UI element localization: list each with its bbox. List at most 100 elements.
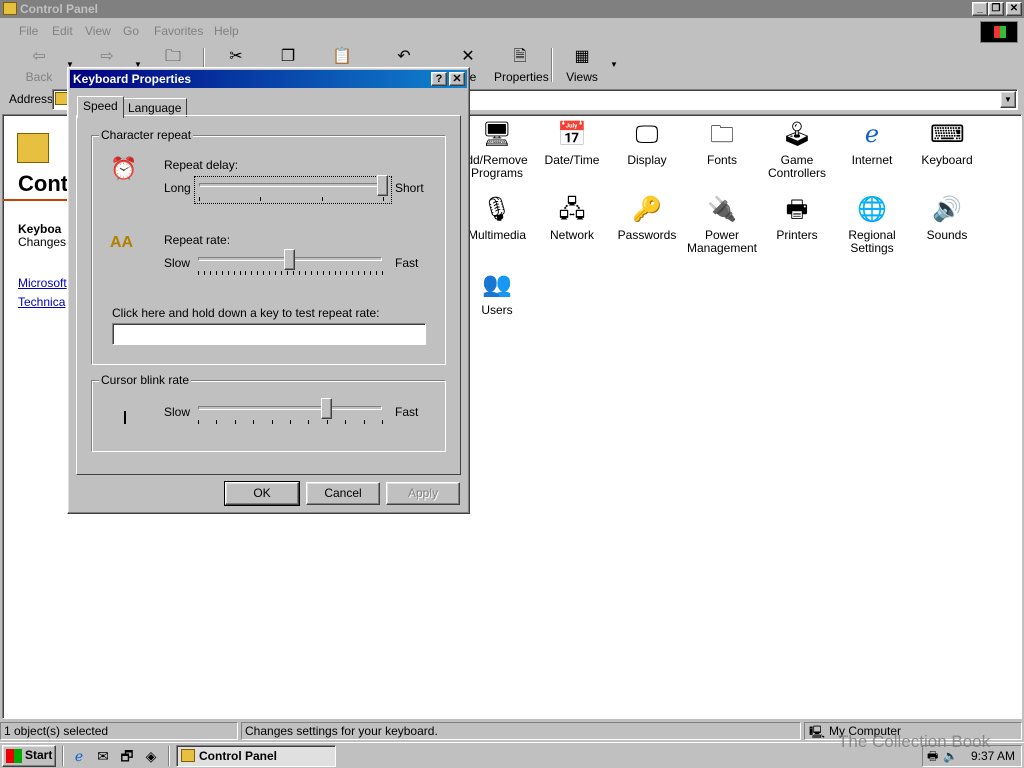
paste-icon: 📋 (332, 48, 352, 65)
slider-tick (322, 271, 324, 275)
help-button[interactable]: ? (431, 72, 447, 86)
back-button[interactable]: ⇦ Back (18, 46, 60, 84)
item-keyboard[interactable]: ⌨ Keyboard (910, 119, 984, 167)
slider-tick (363, 420, 365, 424)
cursor-max-label: Fast (395, 405, 419, 419)
item-passwords[interactable]: 🔑 Passwords (610, 194, 684, 242)
undo-icon: ↶ (397, 48, 411, 65)
slider-tick (334, 271, 336, 275)
properties-button[interactable]: 🗎 Properties (494, 46, 549, 84)
item-printers[interactable]: 🖶 Printers (760, 194, 834, 242)
slider-tick (345, 420, 347, 424)
close-button[interactable]: ✕ (1006, 2, 1022, 16)
channels-icon[interactable]: ◈ (142, 748, 160, 764)
character-repeat-group: Character repeat ⏰ Repeat delay: Long Sh… (91, 128, 446, 365)
watermark-text: The Collection Book (838, 732, 991, 751)
slider-tick (234, 420, 236, 424)
item-regional-settings[interactable]: 🌐 Regional Settings (835, 194, 909, 255)
start-button[interactable]: Start (2, 745, 56, 767)
repeat-rate-thumb[interactable] (284, 249, 295, 270)
item-internet[interactable]: ℯ Internet (835, 119, 909, 167)
item-power-management[interactable]: 🔌 Power Management (685, 194, 759, 255)
speaker-icon: 🔊 (932, 196, 962, 223)
webpane-link-microsoft[interactable]: Microsoft (18, 276, 67, 290)
cursor-blink-track (198, 406, 382, 410)
internet-explorer-icon[interactable]: ℯ (70, 748, 88, 764)
menu-file[interactable]: File (19, 24, 38, 38)
up-folder-icon: 🗀 (164, 48, 181, 65)
slider-tick (298, 271, 300, 275)
restore-button[interactable]: ❐ (988, 2, 1004, 16)
views-button[interactable]: ▦ Views (562, 46, 602, 84)
window-title: Control Panel (20, 2, 99, 16)
internet-icon: ℯ (864, 121, 880, 148)
slider-tick (203, 271, 205, 275)
slider-tick (209, 271, 211, 275)
item-fonts[interactable]: 🗀 Fonts (685, 119, 759, 167)
keyboard-properties-dialog: Keyboard Properties ? ✕ Speed Language C… (67, 67, 470, 514)
dialog-title: Keyboard Properties (73, 72, 192, 86)
multimedia-icon: 🎙 (481, 196, 513, 223)
slider-tick (221, 271, 223, 275)
webpane-link-technical[interactable]: Technica (18, 295, 65, 309)
forward-arrow-icon: ⇨ (100, 48, 114, 65)
item-users[interactable]: 👥 Users (460, 269, 534, 317)
slider-tick (199, 197, 200, 201)
repeat-rate-slider[interactable] (194, 249, 392, 279)
address-dropdown-icon[interactable]: ▼ (1000, 91, 1016, 108)
show-desktop-icon[interactable]: 🗗 (118, 748, 136, 764)
slider-tick (370, 271, 372, 275)
dialog-titlebar[interactable]: Keyboard Properties ? ✕ (70, 70, 467, 88)
slider-tick (239, 271, 241, 275)
cursor-blink-thumb[interactable] (320, 398, 332, 419)
cursor-blink-slider[interactable] (194, 398, 392, 428)
windows-logo-icon (6, 749, 22, 763)
joystick-icon: 🕹 (781, 121, 813, 148)
tab-speed[interactable]: Speed (77, 96, 124, 118)
item-sounds[interactable]: 🔊 Sounds (910, 194, 984, 242)
taskbar-item-control-panel[interactable]: Control Panel (176, 745, 336, 767)
slider-tick (269, 271, 271, 275)
minimize-button[interactable]: _ (972, 2, 988, 16)
slider-tick (271, 420, 273, 424)
date-time-icon: 📅 (557, 121, 587, 148)
item-game-controllers[interactable]: 🕹 Game Controllers (760, 119, 834, 180)
repeat-delay-slider[interactable] (194, 175, 392, 204)
item-network[interactable]: 🖧 Network (535, 194, 609, 242)
control-panel-icon (181, 749, 195, 762)
menu-go[interactable]: Go (123, 24, 139, 38)
slider-tick (328, 271, 330, 275)
apply-button[interactable]: Apply (386, 482, 460, 505)
slider-tick (227, 271, 229, 275)
toolbar-separator (551, 48, 553, 82)
menu-favorites[interactable]: Favorites (154, 24, 203, 38)
test-repeat-input[interactable] (112, 323, 426, 345)
item-display[interactable]: 🖵 Display (610, 119, 684, 167)
menu-edit[interactable]: Edit (52, 24, 73, 38)
slider-tick (310, 271, 312, 275)
ok-button[interactable]: OK (224, 481, 300, 506)
dialog-close-button[interactable]: ✕ (449, 72, 465, 86)
repeat-delay-max-label: Short (395, 181, 424, 195)
control-panel-icon (3, 2, 17, 15)
item-add-remove-programs[interactable]: 🖥 dd/Remove Programs (460, 119, 534, 180)
slider-tick (216, 420, 218, 424)
outlook-express-icon[interactable]: ✉ (94, 748, 112, 764)
slider-tick (281, 271, 283, 275)
character-repeat-legend: Character repeat (99, 128, 194, 142)
item-multimedia[interactable]: 🎙 Multimedia (460, 194, 534, 242)
menu-view[interactable]: View (85, 24, 111, 38)
menu-help[interactable]: Help (214, 24, 239, 38)
main-titlebar[interactable]: Control Panel _ ❐ ✕ (0, 0, 1024, 18)
slider-tick (358, 271, 360, 275)
scissors-icon: ✂ (229, 48, 243, 65)
repeat-delay-thumb[interactable] (377, 175, 388, 196)
globe-icon: 🌐 (857, 196, 887, 223)
slider-tick (382, 271, 383, 275)
item-date-time[interactable]: 📅 Date/Time (535, 119, 609, 167)
webpane-title: Cont (18, 171, 69, 196)
status-selected: 1 object(s) selected (0, 722, 238, 740)
views-dropdown-icon[interactable]: ▼ (610, 60, 618, 69)
slider-tick (304, 271, 306, 275)
cancel-button[interactable]: Cancel (306, 482, 380, 505)
